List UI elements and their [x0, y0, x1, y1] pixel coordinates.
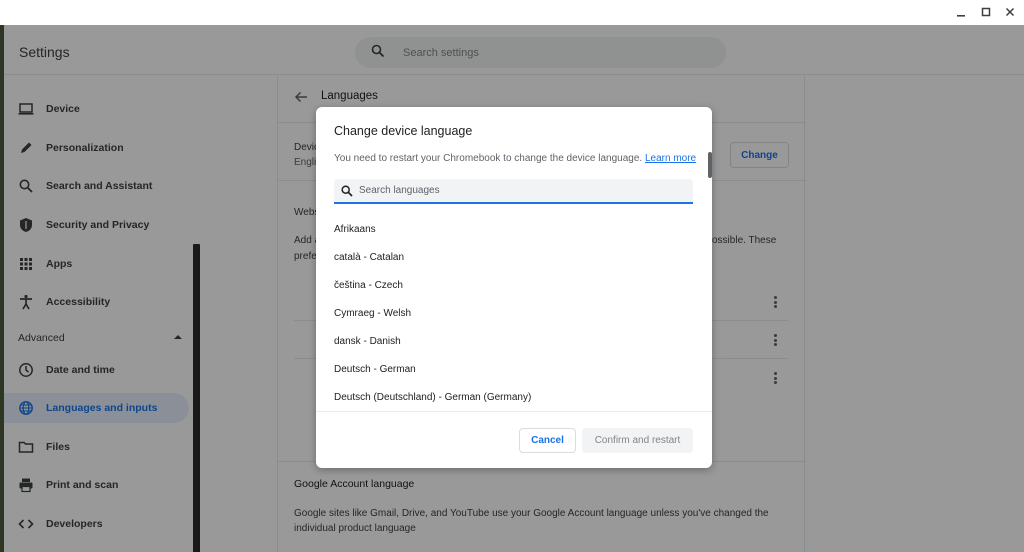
- maximize-button[interactable]: [976, 2, 996, 22]
- language-list: Afrikaans català - Catalan čeština - Cze…: [316, 215, 712, 411]
- language-option[interactable]: català - Catalan: [316, 243, 712, 271]
- dialog-scrollbar[interactable]: [708, 152, 712, 178]
- change-device-language-dialog: Change device language You need to resta…: [316, 107, 712, 468]
- close-icon: [1005, 7, 1015, 17]
- learn-more-link[interactable]: Learn more: [645, 153, 696, 164]
- language-option[interactable]: Afrikaans: [316, 215, 712, 243]
- minimize-button[interactable]: [951, 2, 971, 22]
- close-button[interactable]: [1000, 2, 1020, 22]
- language-option[interactable]: čeština - Czech: [316, 271, 712, 299]
- language-option[interactable]: Deutsch - German: [316, 355, 712, 383]
- confirm-restart-button[interactable]: Confirm and restart: [582, 428, 693, 453]
- language-option[interactable]: Cymraeg - Welsh: [316, 299, 712, 327]
- language-option[interactable]: Deutsch (Deutschland) - German (Germany): [316, 383, 712, 411]
- minimize-icon: [957, 15, 965, 17]
- dialog-title: Change device language: [334, 124, 473, 138]
- dialog-divider: [316, 411, 712, 412]
- language-option[interactable]: dansk - Danish: [316, 327, 712, 355]
- dialog-description-text: You need to restart your Chromebook to c…: [334, 153, 643, 164]
- dialog-description: You need to restart your Chromebook to c…: [334, 153, 696, 164]
- language-search-input[interactable]: [359, 179, 679, 202]
- maximize-icon: [981, 7, 991, 17]
- search-icon: [341, 185, 353, 197]
- window-titlebar: [0, 0, 1024, 25]
- language-search-box[interactable]: [334, 179, 693, 204]
- cancel-button[interactable]: Cancel: [519, 428, 576, 453]
